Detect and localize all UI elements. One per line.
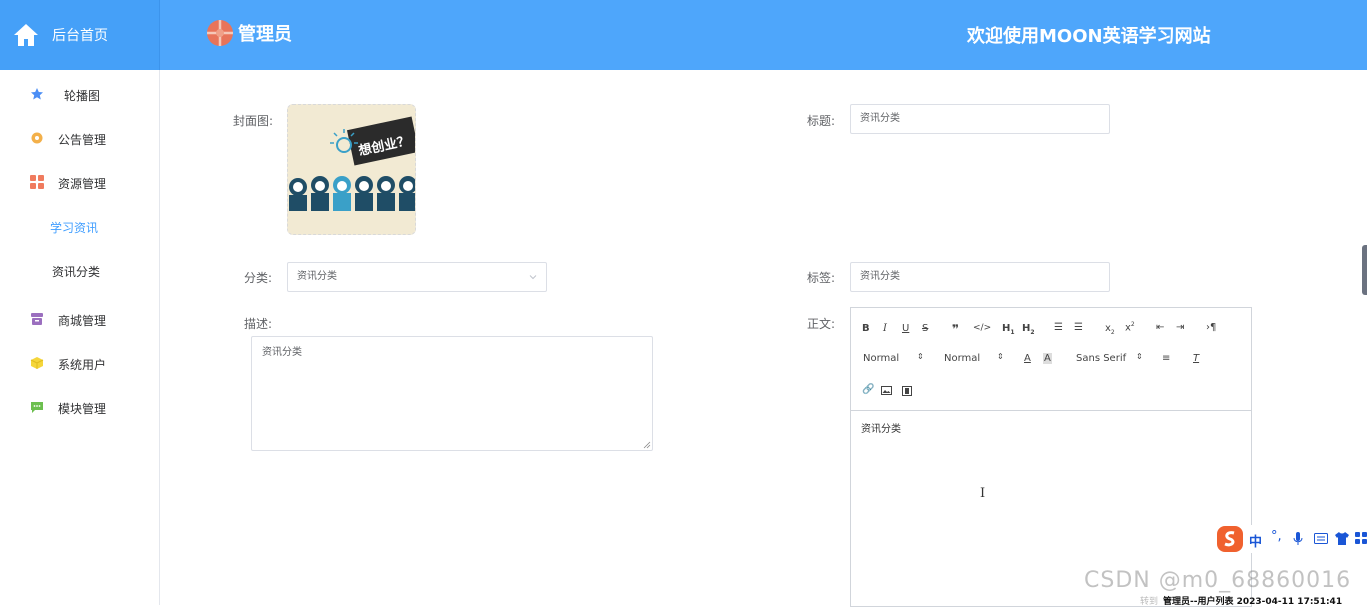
body-label: 正文: [807, 317, 836, 331]
align-icon[interactable]: ≡ [1162, 353, 1170, 364]
chevron-updown-icon: ⇕ [917, 352, 924, 361]
category-select[interactable]: 资讯分类 [287, 262, 547, 292]
sidebar-item-label: 资源管理 [58, 177, 107, 191]
sidebar: 轮播图 公告管理 资源管理 学习资讯 资讯分类 商城管理 系统用户 模块管理 [0, 70, 160, 605]
ime-toolbar[interactable]: 中 °, [1215, 525, 1367, 553]
category-label: 分类: [244, 271, 273, 285]
sidebar-item-label: 公告管理 [58, 133, 107, 147]
home-link[interactable]: 后台首页 [0, 0, 160, 70]
text-direction-icon[interactable]: ›¶ [1206, 322, 1216, 333]
editor-content[interactable]: 资讯分类 [861, 420, 901, 435]
sidebar-item-resources[interactable]: 资源管理 [0, 167, 159, 197]
font-color-icon[interactable]: A [1024, 353, 1031, 364]
cube-icon [30, 357, 44, 369]
blockquote-icon[interactable]: ❞ [952, 322, 959, 336]
size-select-1-value: Normal [863, 353, 900, 364]
star-icon [31, 88, 43, 100]
indent-icon[interactable]: ⇥ [1176, 322, 1184, 333]
welcome-title: 欢迎使用MOON英语学习网站 [967, 26, 1211, 47]
sidebar-item-carousel[interactable]: 轮播图 [0, 79, 159, 109]
subscript-icon[interactable]: x2 [1105, 323, 1115, 336]
chevron-updown-icon: ⇕ [1136, 352, 1143, 361]
ime-lang-label: 中 [1249, 535, 1263, 550]
font-select[interactable]: Sans Serif [1076, 353, 1126, 364]
skin-shirt-icon [1335, 532, 1349, 545]
resize-grip-icon[interactable] [643, 441, 651, 449]
underline-icon[interactable]: U [902, 323, 909, 334]
title-input[interactable]: 资讯分类 [850, 104, 1110, 134]
tags-input[interactable]: 资讯分类 [850, 262, 1110, 292]
description-textarea[interactable]: 资讯分类 [251, 336, 653, 451]
sogou-logo-icon [1217, 526, 1243, 552]
tags-label: 标签: [807, 271, 836, 285]
sidebar-subitem-label: 学习资讯 [50, 221, 99, 235]
italic-icon[interactable]: I [883, 323, 887, 334]
size-select-2-value: Normal [944, 353, 981, 364]
microphone-icon [1293, 532, 1303, 545]
sidebar-item-modules[interactable]: 模块管理 [0, 392, 159, 422]
admin-avatar-icon [207, 20, 233, 46]
code-block-icon[interactable]: </> [973, 323, 991, 333]
sidebar-subitem-label: 资讯分类 [52, 265, 101, 279]
sidebar-subitem-study-news[interactable]: 学习资讯 [0, 211, 159, 241]
link-icon[interactable]: 🔗 [862, 384, 874, 395]
bold-icon[interactable]: B [862, 323, 870, 334]
sidebar-subitem-news-category[interactable]: 资讯分类 [0, 255, 159, 285]
archive-icon [31, 313, 43, 325]
sidebar-item-system-users[interactable]: 系统用户 [0, 348, 159, 378]
chevron-down-icon [529, 275, 537, 280]
header-2-icon[interactable]: H2 [1022, 323, 1035, 336]
admin-name[interactable]: 管理员 [238, 20, 292, 46]
outdent-icon[interactable]: ⇤ [1156, 322, 1164, 333]
video-icon[interactable] [902, 386, 912, 396]
cover-image [288, 105, 415, 234]
sidebar-item-label: 轮播图 [64, 89, 101, 103]
title-label: 标题: [807, 114, 836, 128]
gear-icon [31, 132, 43, 144]
image-icon[interactable] [881, 386, 892, 395]
sidebar-item-label: 商城管理 [58, 314, 107, 328]
description-value: 资讯分类 [262, 347, 302, 358]
sidebar-item-notice[interactable]: 公告管理 [0, 123, 159, 153]
grid-icon [30, 175, 44, 189]
editor-toolbar: B I U S ❞ </> H1 H2 ☰ ☰ x2 x2 ⇤ ⇥ ›¶ Nor… [851, 308, 1251, 411]
watermark: CSDN @m0_68860016 [1084, 568, 1352, 593]
background-color-icon[interactable]: A [1043, 353, 1052, 364]
status-ghost-text: 转到 [1140, 597, 1159, 607]
chat-icon [31, 402, 43, 413]
text-cursor-icon: I [980, 486, 986, 501]
description-label: 描述: [244, 317, 273, 331]
category-value: 资讯分类 [297, 271, 337, 282]
header-1-icon[interactable]: H1 [1002, 323, 1015, 336]
bullet-list-icon[interactable]: ☰ [1074, 322, 1083, 333]
keyboard-icon [1314, 533, 1328, 544]
strike-icon[interactable]: S [922, 323, 928, 334]
cover-image-uploader[interactable]: 想创业？ [287, 104, 416, 235]
superscript-icon[interactable]: x2 [1125, 321, 1135, 333]
home-icon [14, 24, 38, 46]
sidebar-item-mall[interactable]: 商城管理 [0, 304, 159, 334]
cover-label: 封面图: [233, 114, 274, 128]
sidebar-item-label: 模块管理 [58, 402, 107, 416]
rich-text-editor[interactable]: B I U S ❞ </> H1 H2 ☰ ☰ x2 x2 ⇤ ⇥ ›¶ Nor… [850, 307, 1252, 607]
chevron-updown-icon: ⇕ [997, 352, 1004, 361]
edge-scroll-handle[interactable] [1362, 245, 1367, 295]
ordered-list-icon[interactable]: ☰ [1054, 322, 1063, 333]
size-select-2[interactable]: Normal [944, 353, 980, 364]
size-select-1[interactable]: Normal [863, 353, 899, 364]
home-label: 后台首页 [52, 28, 108, 44]
status-text: 管理员--用户列表 2023-04-11 17:51:41 [1163, 597, 1343, 607]
clear-format-icon[interactable]: T [1193, 353, 1199, 364]
punctuation-icon: °, [1271, 529, 1282, 544]
font-select-value: Sans Serif [1076, 353, 1127, 364]
top-header: 后台首页 管理员 欢迎使用MOON英语学习网站 [0, 0, 1367, 70]
sidebar-item-label: 系统用户 [58, 358, 107, 372]
apps-grid-icon [1355, 532, 1367, 544]
